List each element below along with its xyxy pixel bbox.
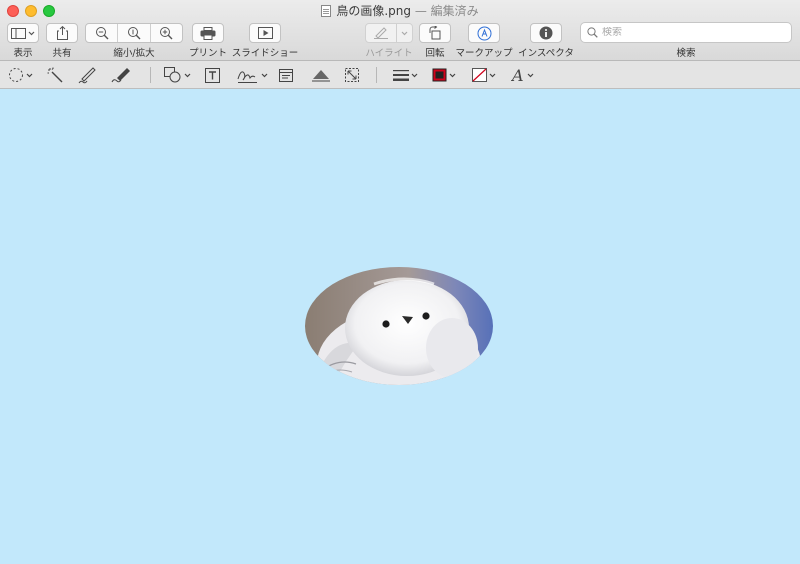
markup-pen-icon: [477, 26, 491, 40]
text-style-button[interactable]: A: [511, 65, 534, 85]
zoom-in-button[interactable]: [149, 24, 182, 42]
print-button[interactable]: [192, 23, 224, 43]
text-button[interactable]: [205, 65, 220, 85]
zoom-label: 縮小/拡大: [113, 48, 155, 59]
selection-tools-button[interactable]: [8, 65, 33, 85]
chevron-down-icon: [26, 73, 33, 77]
note-button[interactable]: [279, 65, 293, 85]
search-label: 検索: [676, 48, 696, 59]
chevron-down-icon: [184, 73, 191, 77]
view-label: 表示: [13, 48, 33, 59]
zoom-control: [85, 23, 183, 43]
document-icon: [321, 5, 332, 17]
magic-wand-icon: [47, 67, 63, 82]
adjust-color-button[interactable]: [312, 65, 330, 85]
sketch-pencil-icon: [78, 66, 96, 83]
actual-size-button[interactable]: [117, 24, 149, 42]
shape-style-button[interactable]: [393, 65, 418, 85]
search-input[interactable]: [602, 27, 782, 38]
draw-button[interactable]: [111, 65, 133, 85]
highlight-options-button[interactable]: [396, 24, 412, 42]
chevron-down-icon: [401, 31, 408, 35]
inspector-label: インスペクタ: [518, 48, 574, 59]
markup-toolbar: A: [0, 61, 800, 89]
text-style-icon: A: [511, 67, 524, 83]
view-menu-button[interactable]: [7, 23, 39, 43]
toolbar-divider: [150, 67, 151, 83]
shapes-icon: [164, 67, 181, 83]
shapes-button[interactable]: [164, 65, 191, 85]
instant-alpha-button[interactable]: [47, 65, 64, 85]
window-toolbar: 鳥の画像.png — 編集済み 表示 共有 縮小/拡大 プリント スライドショー…: [0, 0, 800, 61]
text-box-icon: [205, 67, 220, 83]
chevron-down-icon: [28, 31, 35, 35]
rotate-label: 回転: [425, 48, 445, 59]
svg-text:A: A: [511, 67, 524, 83]
chevron-down-icon: [449, 73, 456, 77]
actual-size-icon: [127, 27, 141, 40]
border-color-button[interactable]: [432, 65, 456, 85]
chevron-down-icon: [527, 73, 534, 77]
slideshow-button[interactable]: [249, 23, 281, 43]
edited-status: 編集済み: [430, 4, 479, 18]
zoom-in-icon: [160, 27, 173, 40]
share-icon: [56, 26, 68, 40]
lasso-select-icon: [9, 68, 23, 82]
draw-pen-icon: [111, 67, 130, 82]
sidebar-icon: [11, 27, 26, 39]
sign-button[interactable]: [237, 65, 268, 85]
signature-icon: [237, 70, 257, 83]
markup-label: マークアップ: [455, 48, 513, 59]
line-style-icon: [393, 70, 409, 81]
note-icon: [279, 68, 293, 82]
chevron-down-icon: [411, 73, 418, 77]
printer-icon: [200, 26, 216, 40]
toolbar-divider: [376, 67, 377, 83]
play-icon: [257, 27, 273, 39]
rotate-button[interactable]: [419, 23, 451, 43]
inspector-button[interactable]: [530, 23, 562, 43]
fill-color-button[interactable]: [472, 65, 496, 85]
chevron-down-icon: [489, 73, 496, 77]
bird-photo[interactable]: [304, 266, 494, 386]
highlight-button[interactable]: [365, 23, 413, 43]
window-title: 鳥の画像.png — 編集済み: [0, 2, 800, 19]
markup-button[interactable]: [468, 23, 500, 43]
adjust-size-button[interactable]: [345, 65, 359, 85]
image-canvas[interactable]: [0, 90, 800, 564]
search-field[interactable]: [580, 22, 792, 43]
zoom-out-icon: [95, 27, 109, 40]
preview-window: 鳥の画像.png — 編集済み 表示 共有 縮小/拡大 プリント スライドショー…: [0, 0, 800, 564]
share-button[interactable]: [46, 23, 78, 43]
window-filename: 鳥の画像.png: [336, 4, 411, 18]
adjust-color-icon: [312, 69, 330, 81]
search-icon: [587, 27, 598, 38]
fill-color-icon: [472, 68, 487, 82]
highlight-label: ハイライト: [365, 48, 413, 59]
sketch-button[interactable]: [78, 65, 98, 85]
rotate-icon: [429, 26, 441, 40]
share-label: 共有: [52, 48, 72, 59]
info-icon: [539, 26, 553, 40]
border-color-icon: [432, 68, 447, 82]
highlighter-icon: [374, 27, 389, 39]
title-separator: —: [414, 4, 427, 18]
chevron-down-icon: [261, 73, 268, 77]
highlight-pen-button[interactable]: [366, 24, 396, 42]
resize-icon: [345, 68, 359, 82]
zoom-out-button[interactable]: [86, 24, 117, 42]
print-label: プリント: [188, 48, 227, 59]
slideshow-label: スライドショー: [231, 48, 299, 59]
